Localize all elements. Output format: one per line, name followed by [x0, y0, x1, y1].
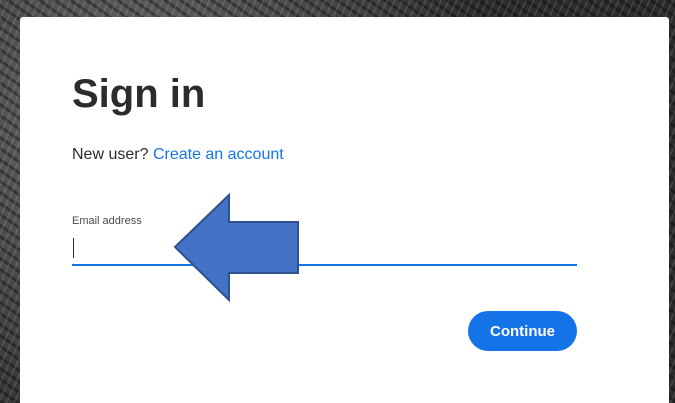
email-field[interactable]: [72, 234, 577, 266]
email-label: Email address: [72, 215, 142, 227]
text-cursor: [73, 238, 74, 258]
continue-button[interactable]: Continue: [468, 311, 577, 351]
new-user-prompt: New user?: [72, 146, 149, 163]
create-account-link[interactable]: Create an account: [153, 146, 284, 163]
page-title: Sign in: [72, 72, 206, 116]
new-user-row: New user? Create an account: [72, 145, 284, 165]
